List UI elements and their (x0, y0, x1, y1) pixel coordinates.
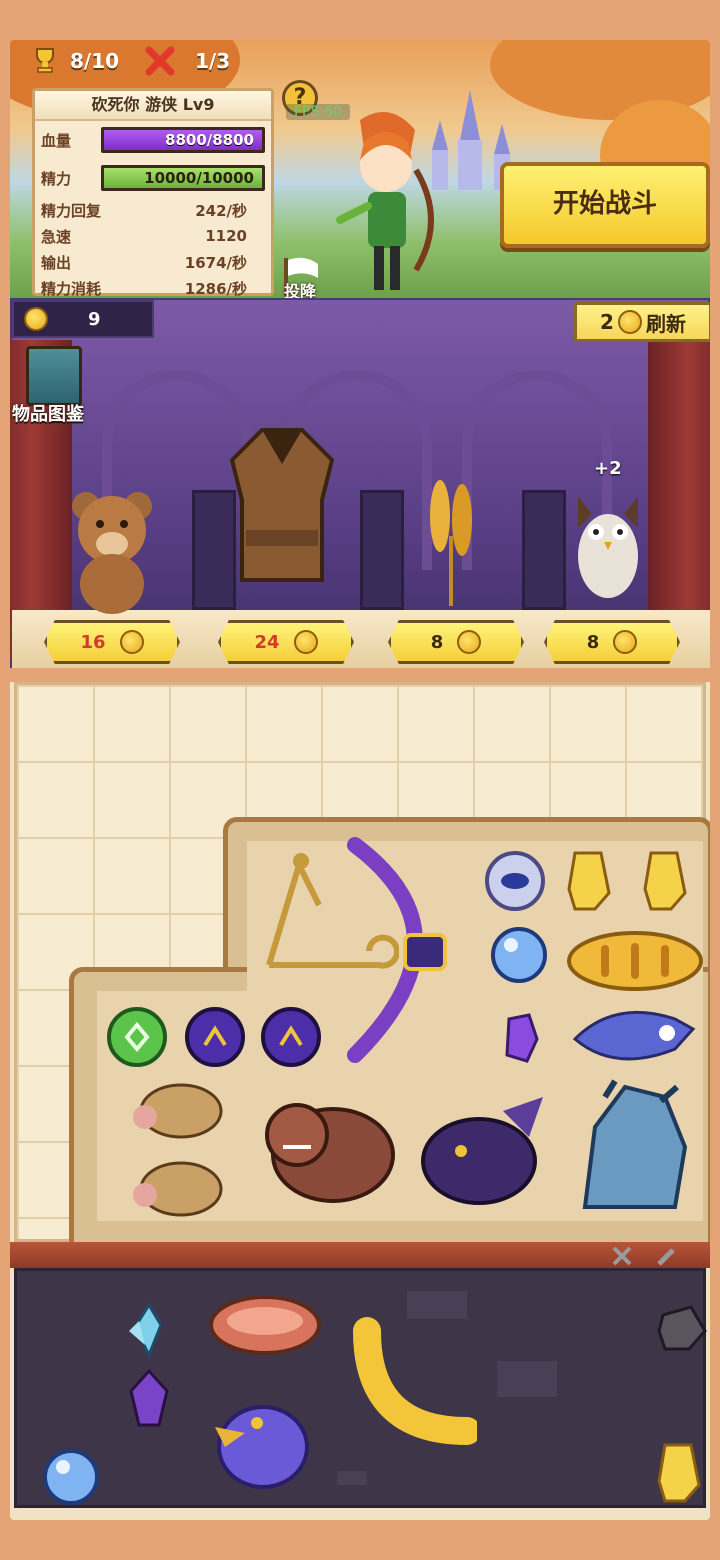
yellow-crystal-item-icon[interactable] (639, 845, 699, 915)
price-tag[interactable]: 24 (218, 620, 354, 664)
gold-counter: 9 (12, 300, 154, 338)
shadow-dragon-item-icon[interactable] (413, 1081, 553, 1211)
hp-bar: 8800/8800 (101, 127, 265, 153)
ice-dragon-item-icon[interactable] (565, 1077, 705, 1217)
purple-rune-item-icon[interactable] (257, 999, 327, 1069)
stat-label: 急速 (41, 227, 72, 246)
brown-bear-item-icon[interactable] (253, 1081, 399, 1211)
trophy-icon (36, 48, 54, 73)
purple-crystal-item-icon[interactable] (121, 1367, 177, 1437)
stat-row: 精力回复 242/秒 (35, 197, 271, 223)
blue-orb-item-icon[interactable] (41, 1447, 101, 1507)
hero-stat-card: 砍死你 游侠 Lv9 血量 8800/8800 精力 10000/10000 精… (32, 88, 274, 298)
section-divider (10, 668, 710, 682)
refresh-button[interactable]: 2 刷新 (574, 302, 710, 342)
stat-value: 242/秒 (195, 201, 247, 220)
score-hud: 8/10 1/3 (30, 46, 230, 76)
ranger-hero-icon (336, 112, 434, 290)
stat-label: 精力回复 (41, 201, 102, 220)
refresh-label: 刷新 (645, 311, 686, 336)
energy-bar: 10000/10000 (101, 165, 265, 191)
refresh-cost: 2 (600, 310, 614, 334)
blue-crystal-item-icon[interactable] (121, 1301, 177, 1361)
boar-item-icon[interactable] (125, 1077, 225, 1147)
storage-area[interactable] (14, 1268, 709, 1508)
trophy-count: 8/10 (70, 49, 120, 73)
close-icon[interactable] (610, 1244, 634, 1268)
price-tag[interactable]: 16 (44, 620, 180, 664)
banana-item-icon[interactable] (347, 1311, 477, 1451)
eye-gem-item-icon[interactable] (479, 845, 551, 917)
blue-bird-item-icon[interactable] (203, 1377, 323, 1497)
coin-icon (293, 630, 318, 654)
energy-label: 精力 (41, 169, 72, 188)
purple-bow-item-icon[interactable] (335, 835, 485, 1065)
codex-book-icon[interactable] (26, 346, 82, 406)
hp-row: 血量 8800/8800 (35, 121, 271, 159)
pillar (360, 490, 404, 610)
rock-item-icon[interactable] (653, 1301, 709, 1353)
storage-tile (497, 1361, 557, 1397)
price-value: 8 (430, 631, 444, 653)
coin-icon (119, 630, 144, 654)
stat-row: 急速 1120 (35, 223, 271, 249)
coin-icon (24, 307, 48, 331)
backpack-grid[interactable] (14, 682, 710, 1257)
backpack-footer-bar (10, 1242, 710, 1268)
stat-value: 1120 (205, 227, 247, 245)
leather-armor-item-icon[interactable] (212, 420, 352, 600)
boar-item-icon[interactable] (125, 1155, 225, 1225)
hero-name: 砍死你 游侠 Lv9 (35, 91, 271, 121)
steak-item-icon[interactable] (207, 1291, 323, 1361)
stat-value: 1286/秒 (184, 279, 247, 298)
stat-label: 输出 (41, 253, 72, 272)
price-tag[interactable]: 8 (544, 620, 680, 664)
price-value: 16 (80, 631, 106, 653)
start-battle-button[interactable]: 开始战斗 (500, 162, 710, 248)
stat-row: 输出 1674/秒 (35, 249, 271, 275)
wrench-icon[interactable] (655, 1244, 679, 1268)
game-frame: 8/10 1/3 砍死你 游侠 Lv9 血量 8800/8800 精力 1000… (10, 40, 710, 1520)
purple-rune-item-icon[interactable] (181, 999, 251, 1069)
bear-item-icon[interactable] (58, 488, 168, 618)
coin-icon (617, 310, 642, 334)
cross-icon (145, 46, 175, 76)
energy-row: 精力 10000/10000 (35, 159, 271, 197)
price-value: 8 (586, 631, 600, 653)
blue-orb-item-icon[interactable] (489, 925, 549, 985)
yellow-crystal-item-icon[interactable] (653, 1437, 709, 1507)
coin-icon (613, 630, 638, 654)
pillar (522, 490, 566, 610)
price-value: 24 (254, 631, 280, 653)
stat-label: 精力消耗 (41, 279, 102, 298)
green-rune-item-icon[interactable] (105, 1005, 169, 1069)
bread-item-icon[interactable] (565, 929, 705, 993)
price-tag[interactable]: 8 (388, 620, 524, 664)
storage-tile (337, 1471, 367, 1485)
owl-bonus-badge: +2 (594, 458, 622, 479)
loss-count: 1/3 (195, 49, 231, 73)
yellow-crystal-item-icon[interactable] (563, 845, 623, 915)
hp-label: 血量 (41, 131, 72, 150)
shop-panel: 9 2 刷新 物品图鉴 +2 16 24 8 8 (10, 298, 710, 670)
coin-icon (457, 630, 482, 654)
owl-item-icon[interactable] (568, 486, 648, 606)
wheat-item-icon[interactable] (416, 476, 486, 616)
gold-amount: 9 (88, 308, 101, 330)
purple-shard-item-icon[interactable] (495, 1009, 545, 1069)
stat-value: 1674/秒 (184, 253, 247, 272)
codex-button[interactable]: 物品图鉴 (12, 400, 84, 426)
blue-owl-item-icon[interactable] (569, 999, 699, 1073)
battle-scene: 8/10 1/3 砍死你 游侠 Lv9 血量 8800/8800 精力 1000… (10, 40, 710, 301)
